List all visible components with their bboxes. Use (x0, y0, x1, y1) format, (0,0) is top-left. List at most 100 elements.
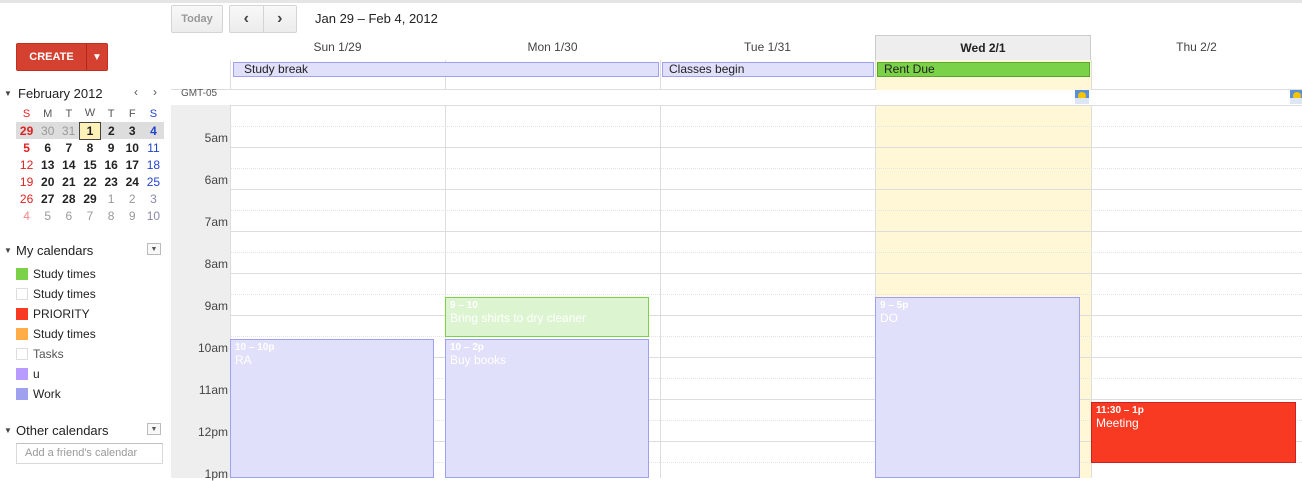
mini-day[interactable]: 30 (37, 122, 59, 139)
day-header-mon[interactable]: Mon 1/30 (445, 35, 660, 60)
collapse-triangle-icon[interactable]: ▼ (4, 246, 12, 255)
mini-day[interactable]: 29 (79, 190, 100, 207)
collapse-triangle-icon[interactable]: ▼ (4, 89, 12, 98)
mini-day[interactable]: 4 (142, 122, 164, 139)
next-week-icon[interactable]: › (262, 6, 297, 32)
calendar-event[interactable]: 9 – 5p DO (875, 297, 1080, 478)
mini-day[interactable]: 27 (37, 190, 58, 207)
today-button[interactable]: Today (171, 5, 223, 33)
other-calendars-title[interactable]: Other calendars (16, 423, 109, 438)
calendar-label[interactable]: PRIORITY (33, 307, 90, 321)
mini-day[interactable]: 13 (37, 156, 58, 173)
mini-day[interactable]: 12 (16, 156, 37, 173)
mini-day[interactable]: 4 (16, 207, 37, 224)
mini-day[interactable]: 23 (101, 173, 122, 190)
calendar-item[interactable]: Tasks (16, 344, 96, 364)
mini-day[interactable]: 2 (122, 190, 143, 207)
all-day-row[interactable]: Study break Classes begin Rent Due (171, 60, 1302, 90)
calendar-event[interactable]: 10 – 10p RA (230, 339, 434, 478)
mini-day[interactable]: 7 (79, 207, 100, 224)
mini-day[interactable]: 11 (143, 139, 164, 156)
prev-week-icon[interactable]: ‹ (230, 6, 263, 32)
calendar-color-swatch (16, 348, 28, 360)
mini-day[interactable]: 8 (79, 139, 100, 156)
create-menu-icon[interactable]: ▼ (87, 44, 107, 70)
day-column[interactable] (660, 105, 875, 478)
my-calendars-header[interactable]: ▼ My calendars ▼ (4, 243, 164, 259)
calendar-event[interactable]: 9 – 10 Bring shirts to dry cleaner (445, 297, 649, 337)
calendar-label[interactable]: Study times (33, 327, 96, 341)
mini-day[interactable]: 8 (101, 207, 122, 224)
mini-next-month-icon[interactable]: › (153, 85, 157, 99)
calendar-item[interactable]: Study times (16, 284, 96, 304)
other-calendars-header[interactable]: ▼ Other calendars ▼ (4, 423, 164, 439)
mini-day[interactable]: 5 (16, 139, 37, 156)
mini-day[interactable]: 16 (101, 156, 122, 173)
mini-day[interactable]: 6 (37, 139, 58, 156)
all-day-event[interactable]: Classes begin (662, 62, 874, 77)
calendar-label[interactable]: Work (33, 387, 61, 401)
day-header-sun[interactable]: Sun 1/29 (230, 35, 445, 60)
create-button[interactable]: CREATE ▼ (16, 43, 108, 71)
mini-day-today[interactable]: 1 (78, 121, 102, 140)
my-calendars-title[interactable]: My calendars (16, 243, 93, 258)
mini-day[interactable]: 24 (122, 173, 143, 190)
mini-day[interactable]: 15 (79, 156, 100, 173)
mini-prev-month-icon[interactable]: ‹ (134, 85, 138, 99)
calendar-item[interactable]: PRIORITY (16, 304, 96, 324)
mini-day[interactable]: 26 (16, 190, 37, 207)
mini-day[interactable]: 17 (122, 156, 143, 173)
all-day-event[interactable]: Study break (233, 62, 659, 77)
create-label[interactable]: CREATE (17, 44, 87, 70)
calendar-event[interactable]: 10 – 2p Buy books (445, 339, 649, 478)
mini-day[interactable]: 18 (143, 156, 164, 173)
calendar-label[interactable]: Study times (33, 287, 96, 301)
mini-day[interactable]: 10 (143, 207, 164, 224)
weather-icon[interactable] (1075, 90, 1089, 104)
mini-day[interactable]: 21 (58, 173, 79, 190)
weekday-label: T (65, 107, 73, 120)
weather-icon[interactable] (1290, 90, 1302, 104)
mini-day[interactable]: 3 (143, 190, 164, 207)
mini-day[interactable]: 9 (122, 207, 143, 224)
mini-day[interactable]: 3 (121, 122, 143, 139)
mini-day[interactable]: 9 (101, 139, 122, 156)
mini-calendar-week: 4 5 6 7 8 9 10 (16, 207, 164, 224)
hour-label: 7am (204, 215, 228, 229)
mini-day[interactable]: 14 (58, 156, 79, 173)
mini-day[interactable]: 31 (58, 122, 80, 139)
mini-day[interactable]: 10 (122, 139, 143, 156)
mini-day[interactable]: 1 (101, 190, 122, 207)
mini-day[interactable]: 6 (58, 207, 79, 224)
mini-calendar-week: 26 27 28 29 1 2 3 (16, 190, 164, 207)
mini-day[interactable]: 7 (58, 139, 79, 156)
add-friend-calendar-input[interactable]: Add a friend's calendar (16, 443, 163, 464)
time-grid[interactable]: 5am 6am 7am 8am 9am 10am 11am 12pm 1pm 9… (171, 105, 1302, 481)
half-hour-line (230, 168, 1302, 169)
day-header-tue[interactable]: Tue 1/31 (660, 35, 875, 60)
day-header-wed-today[interactable]: Wed 2/1 (875, 35, 1091, 60)
day-header-thu[interactable]: Thu 2/2 (1091, 35, 1302, 60)
mini-day[interactable]: 22 (79, 173, 100, 190)
calendar-item[interactable]: Study times (16, 264, 96, 284)
calendar-item[interactable]: Work (16, 384, 96, 404)
mini-day[interactable]: 29 (16, 122, 38, 139)
calendar-label[interactable]: u (33, 367, 40, 381)
mini-day[interactable]: 2 (100, 122, 122, 139)
calendar-label[interactable]: Study times (33, 267, 96, 281)
other-calendars-menu-icon[interactable]: ▼ (147, 423, 161, 435)
all-day-event[interactable]: Rent Due (877, 62, 1090, 77)
mini-calendar-title[interactable]: February 2012 (18, 86, 103, 101)
calendar-item[interactable]: Study times (16, 324, 96, 344)
calendar-label[interactable]: Tasks (33, 347, 64, 361)
collapse-triangle-icon[interactable]: ▼ (4, 426, 12, 435)
calendar-event[interactable]: 11:30 – 1p Meeting (1091, 402, 1296, 463)
calendar-item[interactable]: u (16, 364, 96, 384)
mini-day[interactable]: 28 (58, 190, 79, 207)
mini-day[interactable]: 5 (37, 207, 58, 224)
mini-day[interactable]: 25 (143, 173, 164, 190)
my-calendars-menu-icon[interactable]: ▼ (147, 243, 161, 255)
all-day-cell[interactable] (1091, 60, 1302, 90)
mini-day[interactable]: 20 (37, 173, 58, 190)
mini-day[interactable]: 19 (16, 173, 37, 190)
